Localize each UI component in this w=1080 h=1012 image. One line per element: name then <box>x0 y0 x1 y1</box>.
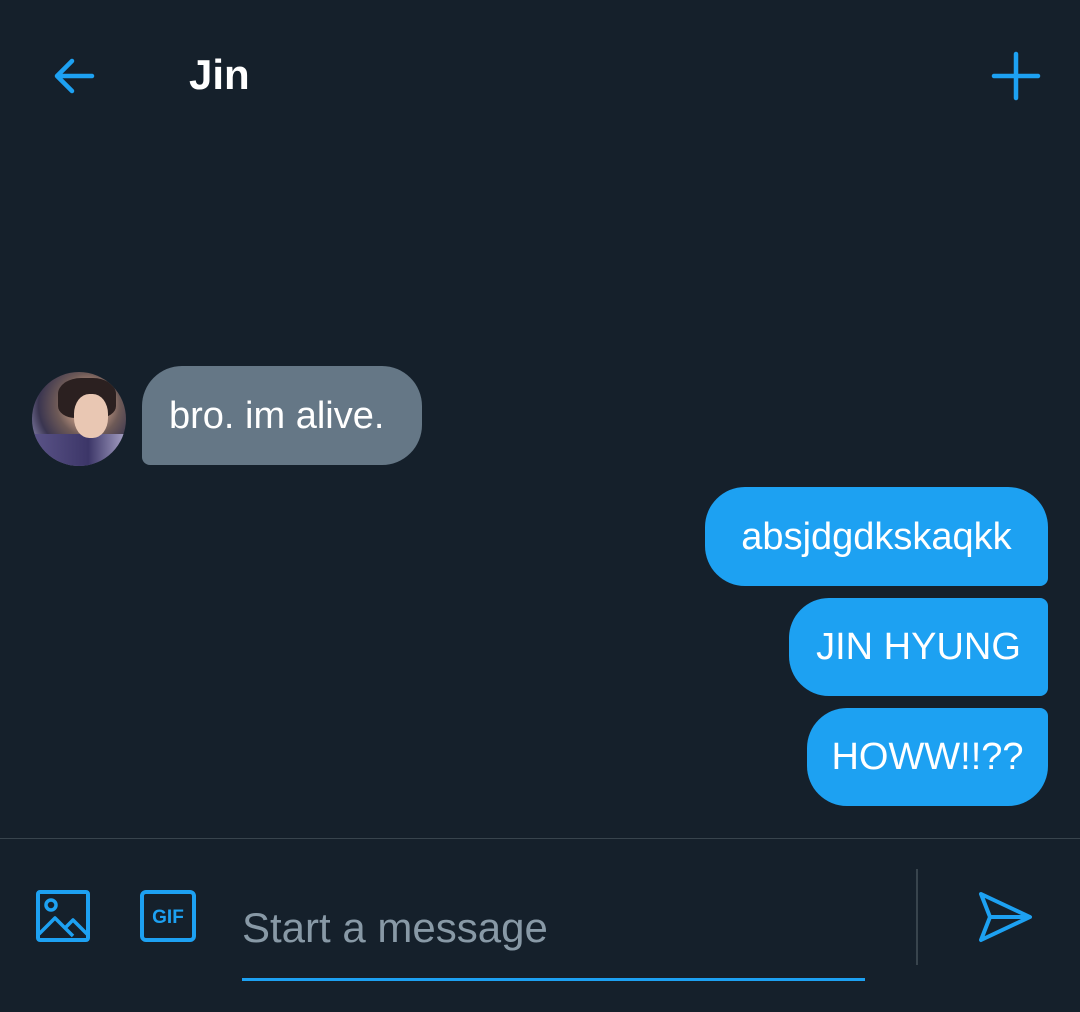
message-input[interactable] <box>242 877 865 981</box>
send-button[interactable] <box>975 889 1035 945</box>
message-composer: GIF <box>0 838 1080 1012</box>
gif-label: GIF <box>152 907 184 928</box>
outgoing-message-bubble[interactable]: absjdgdkskaqkk <box>705 487 1048 586</box>
composer-divider <box>916 869 918 965</box>
send-icon <box>979 892 1032 942</box>
image-icon <box>36 890 90 942</box>
incoming-message-bubble[interactable]: bro. im alive. <box>142 366 422 465</box>
plus-icon <box>991 51 1041 101</box>
gif-icon: GIF <box>140 890 196 942</box>
add-photo-button[interactable] <box>35 889 91 943</box>
arrow-left-icon <box>54 58 95 94</box>
gif-button[interactable]: GIF <box>138 889 198 943</box>
add-button[interactable] <box>988 48 1044 104</box>
conversation-header: Jin <box>0 0 1080 150</box>
back-button[interactable] <box>48 50 100 102</box>
outgoing-message-bubble[interactable]: HOWW!!?? <box>807 708 1048 806</box>
conversation-title[interactable]: Jin <box>189 50 250 100</box>
dm-conversation-screen: Jin bro. im alive. absjdgdkskaqkk JIN HY… <box>0 0 1080 1012</box>
outgoing-message-bubble[interactable]: JIN HYUNG <box>789 598 1048 696</box>
avatar[interactable] <box>32 372 126 466</box>
